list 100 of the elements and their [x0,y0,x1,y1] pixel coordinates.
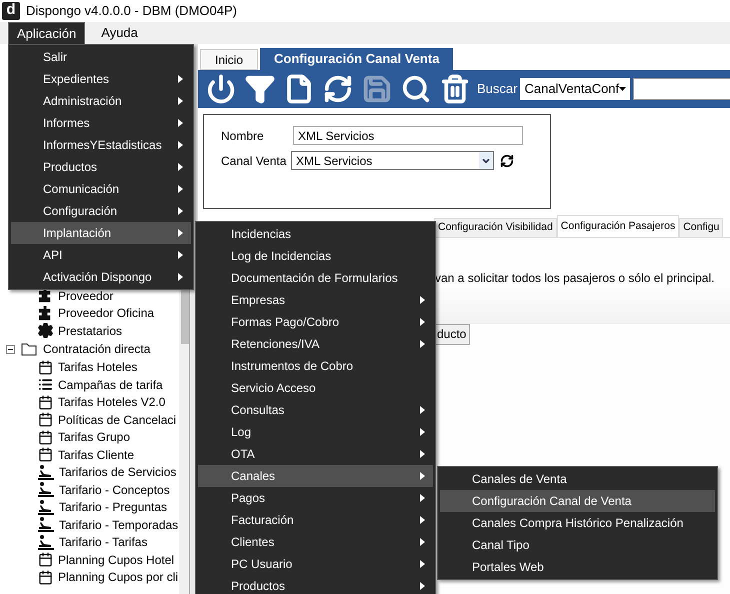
description-text: van a solicitar todos los pasajeros o sólo el principal. [435,270,716,287]
menu-item[interactable]: Empresas [198,289,433,311]
tree-item[interactable]: Tarifario - Conceptos [38,480,170,499]
menu-item[interactable]: Facturación [198,509,433,531]
menu-item[interactable]: Servicio Acceso [198,377,433,399]
menu-item[interactable]: Canal Tipo [440,534,715,556]
tab[interactable]: Configu [679,218,724,237]
tab[interactable]: Configuración Visibilidad [434,218,557,237]
menu-item[interactable]: Documentación de Formularios [198,267,433,289]
tree-item[interactable]: Prestatarios [38,322,122,340]
menu-item[interactable]: Pagos [198,487,433,509]
submenu-arrow-icon [178,163,183,171]
collapse-toggle[interactable] [6,344,15,354]
menu-item[interactable]: Comunicación [11,178,191,200]
tree-item[interactable]: Tarifario - Tarifas [38,533,148,552]
menu-item[interactable]: OTA [198,443,433,465]
submenu-arrow-icon [420,582,425,590]
calendar-icon [38,412,53,428]
window-title: Dispongo v4.0.0.0 - DBM (DMO04P) [26,2,237,20]
tree-item[interactable]: Planning Cupos Hotel [38,550,174,569]
tree-item[interactable]: Políticas de Cancelaci [38,410,176,429]
tree-item[interactable]: Tarifas Grupo [38,428,130,446]
menu-item[interactable]: API [11,244,191,266]
menu-item[interactable]: Expedientes [11,68,191,90]
submenu-arrow-icon [178,119,183,127]
menu-item[interactable]: Log [198,421,433,443]
refresh-button[interactable] [500,154,514,168]
calendar-icon [38,447,53,462]
table-select[interactable]: CanalVentaConf [520,78,630,100]
menu-item[interactable]: PC Usuario [198,553,433,575]
delete-button[interactable] [440,74,470,104]
folder-icon [21,342,37,356]
submenu-arrow-icon [420,472,425,480]
tree-item[interactable]: Campañas de tarifa [38,376,163,394]
tree-item[interactable]: Proveedor Oficina [38,304,154,322]
menu-item[interactable]: Salir [11,46,191,68]
tree-item[interactable]: Tarifario - Temporadas [38,516,178,534]
submenu-arrow-icon [420,450,425,458]
menu-item[interactable]: Productos [198,575,433,594]
filter-button[interactable] [245,74,275,104]
field-label: Canal Venta [221,152,288,170]
dropdown-arrow-icon [619,87,626,91]
tree-item[interactable]: Tarifas Cliente [38,446,134,464]
puzzle-icon [38,306,53,321]
search-field[interactable] [633,78,730,100]
refresh-button[interactable] [323,74,353,104]
menu-item[interactable]: Administración [11,90,191,112]
menu-item[interactable]: Clientes [198,531,433,553]
menu-bar-item[interactable]: Ayuda [93,22,146,44]
menu-item[interactable]: Retenciones/IVA [198,333,433,355]
menu-item[interactable]: Formas Pago/Cobro [198,311,433,333]
menu-item[interactable]: Implantación [11,222,191,244]
gear-icon [38,323,53,338]
menu-item[interactable]: Activación Dispongo [11,266,191,288]
submenu-arrow-icon [178,97,183,105]
document-tab[interactable]: Inicio [200,49,258,70]
search-button[interactable] [401,74,431,104]
submenu-arrow-icon [420,494,425,502]
app-logo: d [2,2,20,20]
menu-item[interactable]: Portales Web [440,556,715,578]
menu-item[interactable]: Log de Incidencias [198,245,433,267]
power-button[interactable] [206,74,236,104]
menu-item[interactable]: Informes [11,112,191,134]
submenu-arrow-icon [420,560,425,568]
channel-combo-box[interactable]: XML Servicios [291,151,494,170]
menu-item[interactable]: Configuración Canal de Venta [440,490,715,512]
submenu-arrow-icon [420,296,425,304]
submenu-arrow-icon [178,273,183,281]
document-tab[interactable]: Configuración Canal Venta [260,48,454,70]
tree-item[interactable]: Contratación directa [43,340,150,358]
submenu-arrow-icon [420,538,425,546]
submenu-arrow-icon [178,75,183,83]
submenu-arrow-icon [420,516,425,524]
calendar-icon [38,430,53,445]
new-document-button[interactable] [284,74,314,104]
submenu-arrow-icon [420,428,425,436]
name-field[interactable]: XML Servicios [293,126,523,145]
menu-item[interactable]: Consultas [198,399,433,421]
reclining-figure-icon [38,482,54,498]
tree-item[interactable]: Planning Cupos por cli [38,568,178,586]
tree-item[interactable]: Tarifas Hoteles [38,358,138,376]
menu-item[interactable]: Canales [198,465,433,487]
menu-item[interactable]: InformesYEstadisticas [11,134,191,156]
tab[interactable]: Configuración Pasajeros [556,215,680,237]
menu-item[interactable]: Canales de Venta [440,468,715,490]
tree-item[interactable]: Proveedor [38,286,114,305]
product-button[interactable]: ducto [435,324,470,345]
menu-item[interactable]: Productos [11,156,191,178]
tree-item[interactable]: Tarifas Hoteles V2.0 [38,393,166,412]
submenu-arrow-icon [178,251,183,259]
tree-item[interactable]: Tarifarios de Servicios [38,463,176,482]
menu-bar-item[interactable]: Aplicación [8,22,86,44]
menu-item[interactable]: Instrumentos de Cobro [198,355,433,377]
reclining-figure-icon [38,534,54,550]
menu-item[interactable]: Configuración [11,200,191,222]
menu-item[interactable]: Incidencias [198,223,433,245]
reclining-figure-icon [38,500,54,515]
tree-item[interactable]: Tarifario - Preguntas [38,498,168,516]
menu-item[interactable]: Canales Compra Histórico Penalización [440,512,715,534]
calendar-icon [38,552,53,568]
